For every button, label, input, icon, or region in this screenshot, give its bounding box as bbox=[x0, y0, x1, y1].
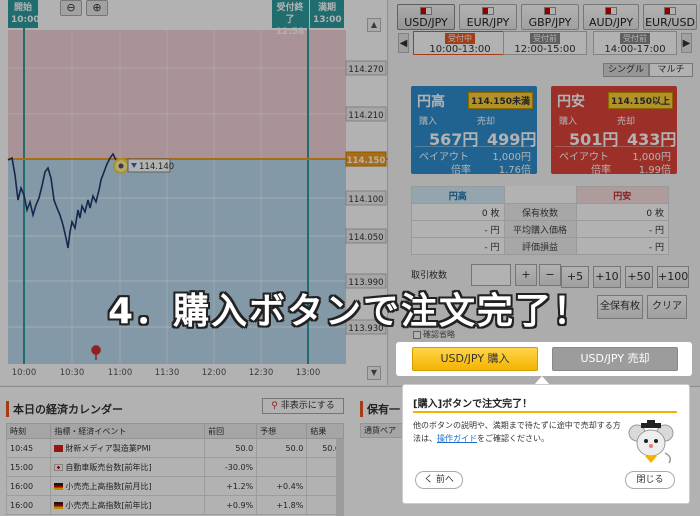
mouse-mascot-icon bbox=[628, 420, 674, 464]
popup-title: [購入]ボタンで注文完了！ bbox=[413, 399, 533, 410]
popup-divider bbox=[413, 411, 677, 413]
popup-text: 他のボタンの説明や、満期まで待たずに途中で売却する方法は、操作ガイドをご確認くだ… bbox=[413, 419, 627, 445]
popup-prev-button[interactable]: く 前へ bbox=[415, 471, 463, 489]
popup-close-button[interactable]: 閉じる bbox=[625, 471, 675, 489]
tutorial-headline: 4．購入ボタンで注文完了！ bbox=[108, 291, 592, 332]
sell-button[interactable]: USD/JPY 売却 bbox=[552, 347, 678, 371]
buy-button[interactable]: USD/JPY 購入 bbox=[412, 347, 538, 371]
order-action-bar: USD/JPY 購入 USD/JPY 売却 bbox=[396, 342, 692, 376]
tutorial-popup: [購入]ボタンで注文完了！ 他のボタンの説明や、満期まで待たずに途中で売却する方… bbox=[402, 384, 690, 504]
popup-text-after: をご確認ください。 bbox=[477, 434, 549, 443]
operation-guide-link[interactable]: 操作ガイド bbox=[437, 434, 477, 443]
